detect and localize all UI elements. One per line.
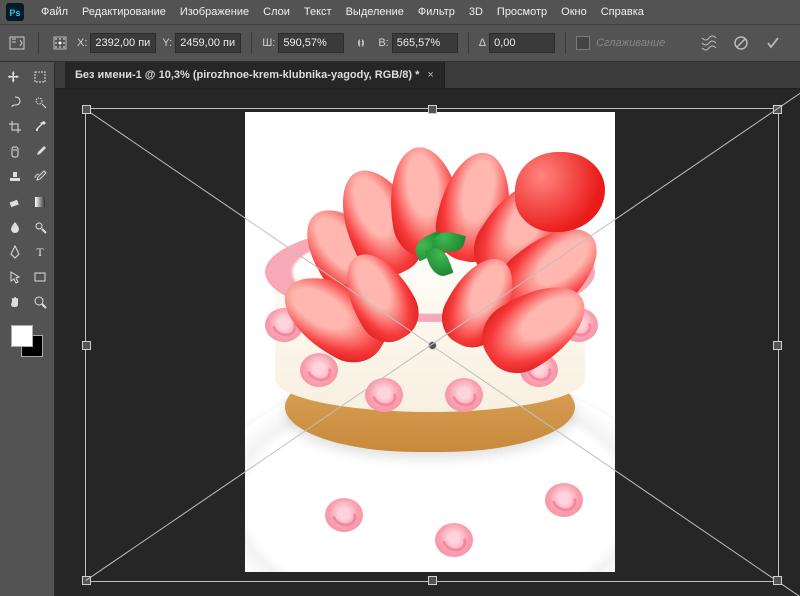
tool-zoom[interactable] — [29, 291, 51, 313]
tool-lasso[interactable] — [4, 91, 26, 113]
svg-text:Ps: Ps — [9, 8, 20, 18]
canvas-image — [245, 112, 615, 572]
angle-field: Δ 0,00 — [479, 33, 555, 53]
tool-stamp[interactable] — [4, 166, 26, 188]
y-input[interactable]: 2459,00 пи — [175, 33, 241, 53]
w-label: Ш: — [262, 37, 275, 49]
link-icon[interactable] — [350, 32, 372, 54]
w-input[interactable]: 590,57% — [278, 33, 344, 53]
tool-marquee[interactable] — [29, 66, 51, 88]
canvas-area: Без имени-1 @ 10,3% (pirozhnoe-krem-klub… — [55, 62, 800, 596]
tool-move[interactable] — [4, 66, 26, 88]
tool-shape[interactable] — [29, 266, 51, 288]
menu-help[interactable]: Справка — [594, 0, 651, 24]
color-swatches[interactable] — [7, 323, 47, 363]
options-bar: X: 2392,00 пи Y: 2459,00 пи Ш: 590,57% В… — [0, 25, 800, 62]
menu-file[interactable]: Файл — [34, 0, 75, 24]
transform-tool-icon[interactable] — [6, 32, 28, 54]
tool-type[interactable]: T — [29, 241, 51, 263]
handle-bottom-center[interactable] — [428, 576, 437, 585]
tool-blur[interactable] — [4, 216, 26, 238]
h-field: В: 565,57% — [378, 33, 457, 53]
y-field: Y: 2459,00 пи — [162, 33, 241, 53]
y-label: Y: — [162, 37, 172, 49]
tool-dodge[interactable] — [29, 216, 51, 238]
stage[interactable] — [55, 88, 800, 596]
antialias-label: Сглаживание — [596, 37, 665, 49]
tool-eyedropper[interactable] — [29, 116, 51, 138]
svg-text:T: T — [36, 245, 44, 259]
tool-eraser[interactable] — [4, 191, 26, 213]
angle-input[interactable]: 0,00 — [489, 33, 555, 53]
menu-view[interactable]: Просмотр — [490, 0, 554, 24]
foreground-swatch[interactable] — [11, 325, 33, 347]
menu-filter[interactable]: Фильтр — [411, 0, 462, 24]
tab-title: Без имени-1 @ 10,3% (pirozhnoe-krem-klub… — [75, 69, 419, 81]
menu-image[interactable]: Изображение — [173, 0, 256, 24]
warp-mode-icon[interactable] — [698, 32, 720, 54]
handle-top-left[interactable] — [82, 105, 91, 114]
close-icon[interactable]: × — [427, 69, 433, 81]
antialias-checkbox[interactable] — [576, 36, 590, 50]
menubar: Ps Файл Редактирование Изображение Слои … — [0, 0, 800, 25]
document-tab[interactable]: Без имени-1 @ 10,3% (pirozhnoe-krem-klub… — [65, 62, 445, 88]
handle-bottom-right[interactable] — [773, 576, 782, 585]
menu-window[interactable]: Окно — [554, 0, 594, 24]
tool-brush[interactable] — [29, 141, 51, 163]
x-label: X: — [77, 37, 87, 49]
tool-path-select[interactable] — [4, 266, 26, 288]
menu-edit[interactable]: Редактирование — [75, 0, 173, 24]
tool-hand[interactable] — [4, 291, 26, 313]
reference-point-icon[interactable] — [49, 32, 71, 54]
menu-text[interactable]: Текст — [297, 0, 339, 24]
toolbox: T — [0, 62, 55, 596]
tool-quick-select[interactable] — [29, 91, 51, 113]
menu-layers[interactable]: Слои — [256, 0, 297, 24]
handle-bottom-left[interactable] — [82, 576, 91, 585]
cancel-icon[interactable] — [730, 32, 752, 54]
w-field: Ш: 590,57% — [262, 33, 344, 53]
tool-gradient[interactable] — [29, 191, 51, 213]
handle-top-right[interactable] — [773, 105, 782, 114]
handle-mid-right[interactable] — [773, 341, 782, 350]
document-tabs: Без имени-1 @ 10,3% (pirozhnoe-krem-klub… — [55, 62, 800, 89]
h-label: В: — [378, 37, 388, 49]
tool-pen[interactable] — [4, 241, 26, 263]
h-input[interactable]: 565,57% — [392, 33, 458, 53]
tool-crop[interactable] — [4, 116, 26, 138]
x-field: X: 2392,00 пи — [77, 33, 156, 53]
menu-3d[interactable]: 3D — [462, 0, 490, 24]
tool-healing[interactable] — [4, 141, 26, 163]
tool-history-brush[interactable] — [29, 166, 51, 188]
handle-mid-left[interactable] — [82, 341, 91, 350]
angle-label: Δ — [479, 37, 486, 49]
commit-icon[interactable] — [762, 32, 784, 54]
app-logo: Ps — [6, 3, 24, 21]
menu-select[interactable]: Выделение — [339, 0, 411, 24]
x-input[interactable]: 2392,00 пи — [90, 33, 156, 53]
